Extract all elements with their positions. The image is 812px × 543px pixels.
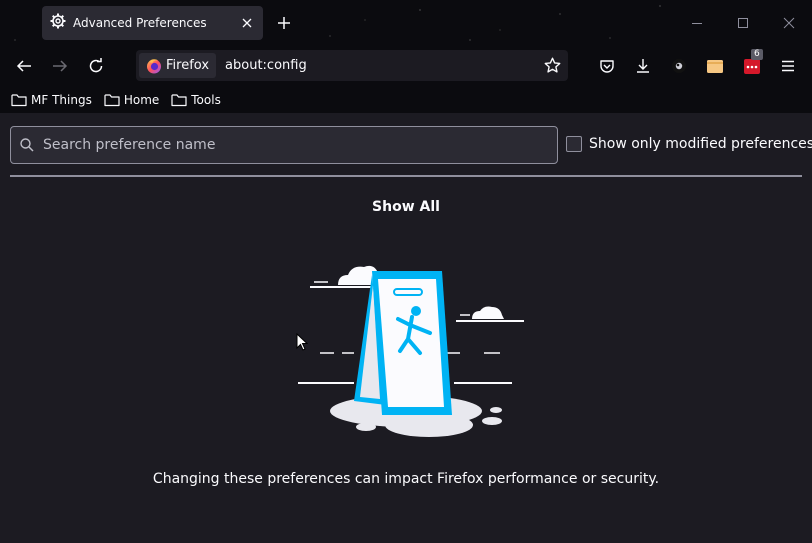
folder-icon — [171, 93, 187, 107]
maximize-icon[interactable] — [730, 10, 756, 36]
show-modified-label: Show only modified preferences — [589, 136, 812, 152]
warning-illustration — [294, 253, 528, 447]
bookmark-folder-home[interactable]: Home — [104, 93, 159, 107]
show-all-button[interactable]: Show All — [356, 193, 456, 221]
close-window-icon[interactable] — [776, 10, 802, 36]
bookmarks-toolbar: MF Things Home Tools — [0, 87, 812, 113]
title-bar: Advanced Preferences — [0, 0, 812, 45]
extension-badge: 6 — [751, 49, 763, 60]
bookmark-folder-mf-things[interactable]: MF Things — [11, 93, 92, 107]
downloads-icon[interactable] — [630, 53, 656, 79]
identity-label: Firefox — [166, 58, 210, 73]
back-arrow-icon[interactable] — [11, 53, 37, 79]
about-config-page: Show only modified preferences Show All — [0, 113, 812, 543]
search-icon — [20, 138, 34, 152]
divider — [10, 175, 802, 177]
url-text[interactable]: about:config — [225, 58, 539, 73]
close-tab-icon[interactable] — [235, 11, 259, 35]
forward-arrow-icon[interactable] — [47, 53, 73, 79]
menu-icon[interactable] — [775, 53, 801, 79]
show-modified-toggle[interactable]: Show only modified preferences — [566, 136, 812, 152]
extension-dark-icon[interactable] — [666, 53, 692, 79]
pocket-icon[interactable] — [594, 53, 620, 79]
navigation-toolbar: Firefox about:config 6 — [0, 45, 812, 87]
extension-red-icon[interactable]: 6 — [739, 49, 765, 79]
bookmark-folder-tools[interactable]: Tools — [171, 93, 221, 107]
extension-notes-icon[interactable] — [702, 53, 728, 79]
minimize-icon[interactable] — [684, 10, 710, 36]
mouse-cursor-icon — [296, 332, 309, 355]
search-input[interactable] — [43, 137, 533, 153]
identity-box[interactable]: Firefox — [139, 53, 217, 78]
new-tab-icon[interactable] — [272, 11, 296, 35]
bookmark-label: Home — [123, 93, 160, 107]
gear-icon — [50, 13, 66, 33]
bookmark-label: MF Things — [31, 93, 92, 107]
warning-text: Changing these preferences can impact Fi… — [152, 471, 660, 487]
folder-icon — [104, 93, 120, 107]
tab-title: Advanced Preferences — [73, 16, 207, 30]
firefox-logo-icon — [146, 58, 162, 74]
folder-icon — [11, 93, 27, 107]
show-modified-checkbox[interactable] — [566, 136, 582, 152]
tab-advanced-preferences[interactable]: Advanced Preferences — [42, 6, 263, 40]
url-bar[interactable]: Firefox about:config — [136, 50, 568, 81]
reload-icon[interactable] — [83, 53, 109, 79]
bookmark-star-icon[interactable] — [539, 53, 565, 79]
search-box[interactable] — [10, 126, 558, 164]
bookmark-label: Tools — [191, 93, 221, 107]
